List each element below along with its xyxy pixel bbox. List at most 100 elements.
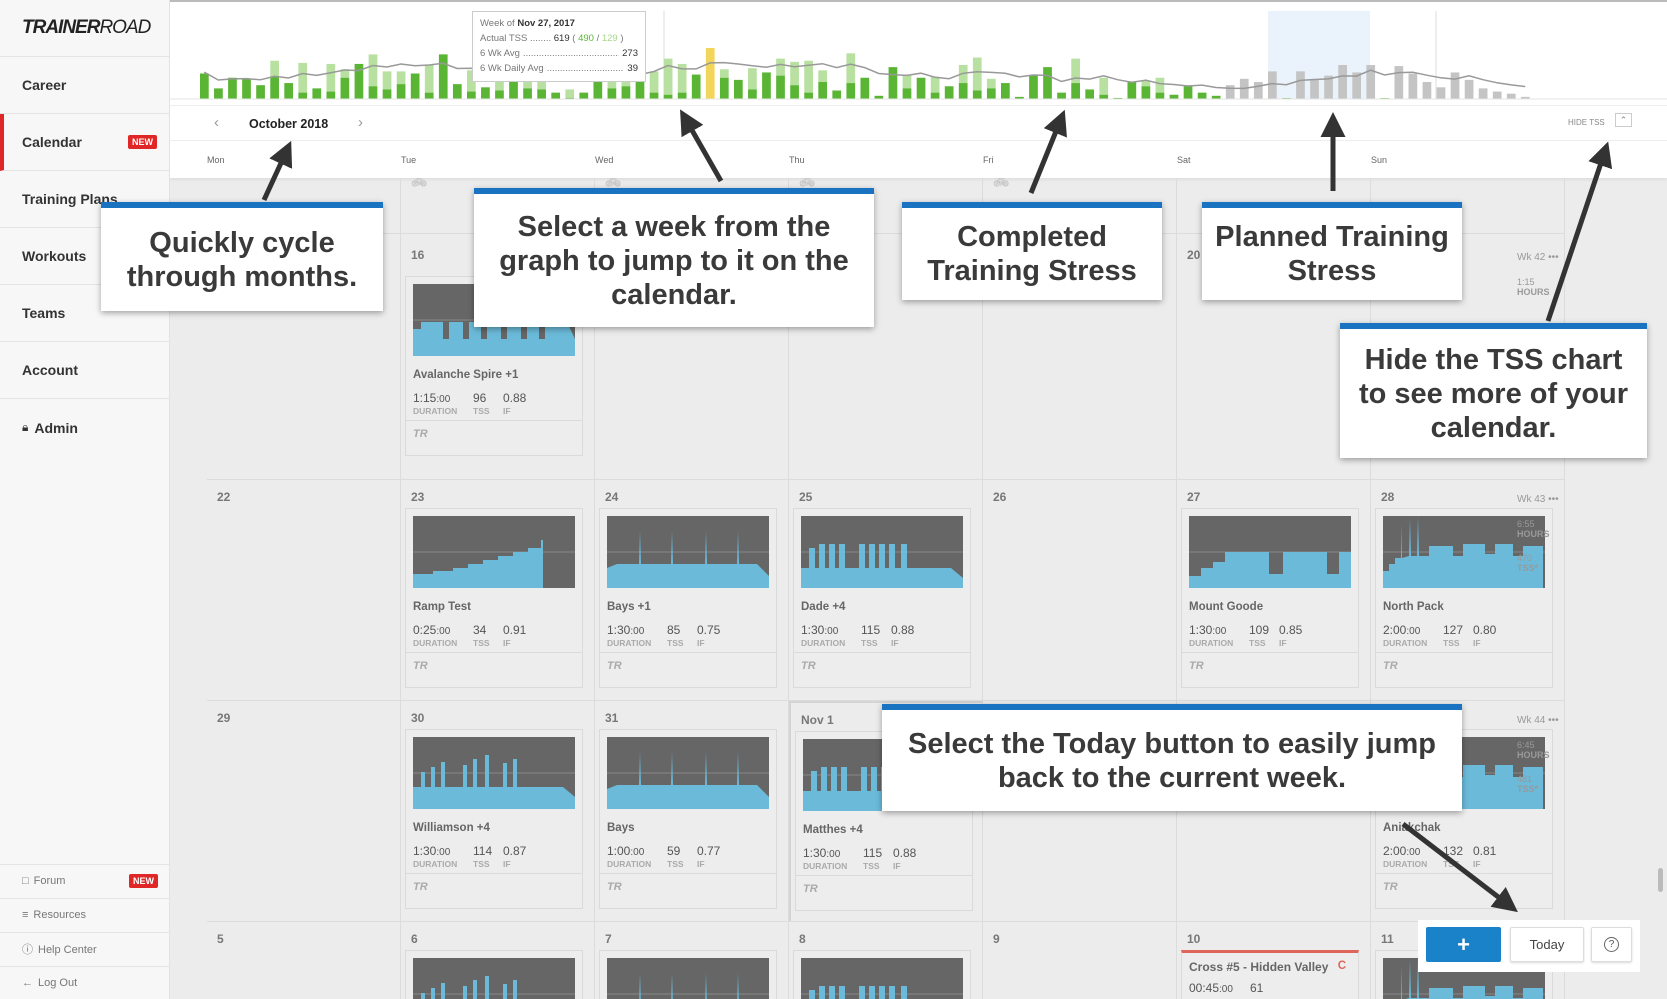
tss-bar-completed[interactable] bbox=[200, 73, 209, 100]
tss-bar-future[interactable] bbox=[1310, 79, 1319, 99]
today-button[interactable]: Today bbox=[1510, 927, 1584, 962]
tss-bar-completed[interactable] bbox=[382, 89, 392, 99]
tss-bar-completed[interactable] bbox=[424, 92, 434, 99]
sidebar-item-log-out[interactable]: ← Log Out bbox=[0, 966, 170, 999]
tss-bar-completed[interactable] bbox=[705, 48, 715, 99]
event-card[interactable]: Cross #5 - Hidden Valley C 00:45:00 61 bbox=[1181, 950, 1359, 999]
tss-bar-future[interactable] bbox=[1296, 71, 1305, 99]
tss-bar-completed[interactable] bbox=[326, 91, 336, 99]
tss-bar-completed[interactable] bbox=[986, 88, 996, 99]
sidebar-item-forum[interactable]: □ Forum NEW bbox=[0, 864, 170, 897]
tss-bar-planned[interactable] bbox=[986, 78, 996, 89]
tss-bar-completed[interactable] bbox=[1155, 92, 1165, 99]
tss-bar-planned[interactable] bbox=[972, 57, 982, 91]
more-options-icon[interactable]: ••• bbox=[1545, 252, 1559, 263]
tss-bar-planned[interactable] bbox=[1099, 77, 1109, 95]
tss-bar-planned[interactable] bbox=[902, 74, 912, 89]
tss-chart-svg[interactable] bbox=[170, 2, 1667, 105]
tss-bar-completed[interactable] bbox=[1029, 75, 1038, 99]
tss-bar-completed[interactable] bbox=[1169, 94, 1179, 99]
tss-bar-completed[interactable] bbox=[1183, 86, 1193, 99]
tss-bar-completed[interactable] bbox=[523, 88, 532, 99]
tss-bar-completed[interactable] bbox=[846, 83, 856, 99]
tss-bar-completed[interactable] bbox=[621, 86, 631, 99]
more-options-icon[interactable]: ••• bbox=[1545, 494, 1559, 505]
tss-bar-planned[interactable] bbox=[424, 65, 434, 93]
tss-bar-future[interactable] bbox=[1464, 79, 1474, 99]
tss-bar-planned[interactable] bbox=[326, 63, 336, 92]
tss-bar-planned[interactable] bbox=[818, 70, 828, 82]
tss-bar-completed[interactable] bbox=[691, 74, 701, 99]
tss-bar-planned[interactable] bbox=[565, 89, 575, 98]
workout-card[interactable] bbox=[405, 950, 583, 999]
calendar-day-cell[interactable]: 27 Mount Goode 1:30:00 109 0.85 DURATION TSS IF… bbox=[1177, 480, 1371, 700]
help-button[interactable]: ? bbox=[1591, 927, 1632, 962]
tss-bar-completed[interactable] bbox=[1001, 83, 1010, 99]
tss-bar-completed[interactable] bbox=[340, 77, 350, 99]
tss-bar-completed[interactable] bbox=[677, 92, 687, 99]
tss-bar-planned[interactable] bbox=[790, 61, 799, 86]
workout-card[interactable]: Williamson +4 1:30:00 114 0.87 DURATION TSS IF… bbox=[405, 729, 583, 909]
workout-card[interactable]: Ramp Test 0:25:00 34 0.91 DURATION TSS IF TR bbox=[405, 508, 583, 688]
tss-bar-completed[interactable] bbox=[972, 90, 982, 100]
tss-bar-completed[interactable] bbox=[1127, 82, 1137, 99]
tss-bar-planned[interactable] bbox=[663, 58, 673, 95]
tss-bar-planned[interactable] bbox=[396, 71, 406, 85]
tss-bar-completed[interactable] bbox=[495, 90, 504, 100]
sidebar-item-calendar[interactable]: Calendar NEW bbox=[0, 114, 169, 171]
scrollbar-thumb[interactable] bbox=[1658, 868, 1663, 892]
sidebar-item-account[interactable]: Account bbox=[0, 342, 169, 399]
tss-chart[interactable]: Week of Nov 27, 2017 Actual TSS ........… bbox=[170, 0, 1667, 105]
tss-bar-planned[interactable] bbox=[270, 60, 279, 77]
tss-bar-planned[interactable] bbox=[621, 82, 631, 87]
tss-bar-completed[interactable] bbox=[762, 72, 771, 99]
tss-bar-future[interactable] bbox=[1338, 65, 1347, 99]
calendar-day-cell[interactable]: 5 bbox=[207, 922, 401, 999]
tss-bar-completed[interactable] bbox=[916, 77, 926, 99]
tss-bar-completed[interactable] bbox=[452, 84, 462, 99]
workout-card[interactable]: Bays 1:00:00 59 0.77 DURATION TSS IF TR bbox=[599, 729, 777, 909]
tss-bar-future[interactable] bbox=[1394, 66, 1404, 99]
sidebar-item-career[interactable]: Career bbox=[0, 57, 169, 114]
workout-card[interactable]: Bays +1 1:30:00 85 0.75 DURATION TSS IF TR bbox=[599, 508, 777, 688]
tss-bar-completed[interactable] bbox=[1141, 86, 1151, 99]
tss-bar-completed[interactable] bbox=[663, 94, 673, 99]
tss-bar-completed[interactable] bbox=[818, 82, 828, 99]
calendar-day-cell[interactable]: 30 Williamson +4 1:30:00 114 0.87 DURATION TSS… bbox=[401, 701, 595, 921]
tss-bar-planned[interactable] bbox=[298, 62, 308, 93]
tss-bar-completed[interactable] bbox=[312, 88, 322, 99]
tss-bar-completed[interactable] bbox=[579, 92, 589, 99]
tss-bar-completed[interactable] bbox=[481, 87, 490, 99]
calendar-day-cell[interactable]: 9 bbox=[983, 922, 1177, 999]
sidebar-item-resources[interactable]: ≡ Resources bbox=[0, 898, 170, 931]
tss-bar-future[interactable] bbox=[1268, 71, 1277, 99]
tss-bar-future[interactable] bbox=[1225, 85, 1235, 99]
tss-bar-future[interactable] bbox=[1436, 87, 1446, 99]
calendar-day-cell[interactable]: 23 Ramp Test 0:25:00 34 0.91 DURATION TSS IF TR bbox=[401, 480, 595, 700]
tss-bar-future[interactable] bbox=[1422, 82, 1432, 99]
sidebar-item-admin[interactable]: 🔒︎ Admin bbox=[0, 399, 169, 456]
tss-bar-future[interactable] bbox=[1478, 88, 1488, 99]
tss-bar-planned[interactable] bbox=[649, 71, 659, 93]
tss-bar-completed[interactable] bbox=[1197, 92, 1207, 99]
tss-bar-completed[interactable] bbox=[1057, 92, 1066, 99]
trainerroad-logo[interactable]: TRAINER ROAD bbox=[0, 0, 169, 57]
calendar-day-cell[interactable]: 8 bbox=[789, 922, 983, 999]
tss-bar-completed[interactable] bbox=[537, 89, 546, 99]
add-workout-button[interactable]: + bbox=[1426, 927, 1501, 962]
tss-bar-completed[interactable] bbox=[242, 78, 251, 99]
tss-bar-completed[interactable] bbox=[719, 77, 729, 99]
tss-bar-completed[interactable] bbox=[256, 85, 265, 99]
tss-bar-completed[interactable] bbox=[1085, 89, 1095, 99]
tss-bar-completed[interactable] bbox=[804, 92, 813, 99]
tss-bar-planned[interactable] bbox=[382, 71, 392, 90]
tss-bar-completed[interactable] bbox=[410, 73, 420, 100]
tss-bar-completed[interactable] bbox=[958, 83, 968, 99]
calendar-day-cell[interactable]: 22 bbox=[207, 480, 401, 700]
calendar-day-cell[interactable]: 29 bbox=[207, 701, 401, 921]
tss-bar-completed[interactable] bbox=[214, 88, 223, 99]
tss-bar-completed[interactable] bbox=[368, 86, 378, 99]
workout-card[interactable]: Dade +4 1:30:00 115 0.88 DURATION TSS IF TR bbox=[793, 508, 971, 688]
calendar-day-cell[interactable]: 26 bbox=[983, 480, 1177, 700]
more-options-icon[interactable]: ••• bbox=[1545, 715, 1559, 726]
